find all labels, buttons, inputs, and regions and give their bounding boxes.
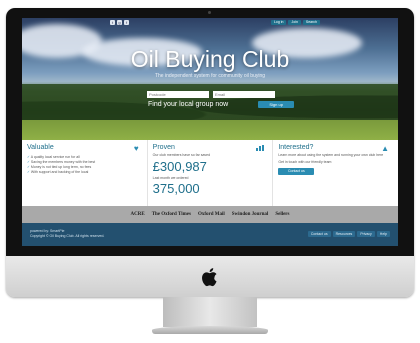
site-subtitle: The independent system for community oil… bbox=[154, 73, 266, 79]
site-title: Oil Buying Club bbox=[130, 46, 290, 72]
postcode-input[interactable] bbox=[147, 91, 209, 98]
login-link[interactable]: Log in bbox=[270, 20, 287, 25]
valuable-column: Valuable ♥ A quality local service run f… bbox=[22, 140, 148, 206]
hero-banner: t g f Log in Join Search Oil Buying Club… bbox=[22, 18, 398, 140]
find-group-text: Find your local group now bbox=[148, 101, 229, 108]
copyright: Copyright © Oil Buying Club. All rights … bbox=[30, 234, 105, 238]
feature-columns: Valuable ♥ A quality local service run f… bbox=[22, 140, 398, 206]
footer-link-resources[interactable]: Resources bbox=[332, 231, 356, 237]
litres-value: 375,000 bbox=[152, 181, 200, 196]
interested-text: Learn more about using the system and ru… bbox=[278, 153, 384, 157]
saved-value: £300,987 bbox=[152, 158, 207, 174]
signup-button[interactable]: Sign up bbox=[258, 101, 295, 108]
press-strip: ACRE The Oxford Times Oxford Mail Swindo… bbox=[22, 206, 398, 223]
footer-link-help[interactable]: Help bbox=[376, 231, 390, 237]
search-link[interactable]: Search bbox=[302, 20, 320, 25]
twitter-icon[interactable]: t bbox=[110, 20, 115, 25]
apple-logo-icon bbox=[202, 268, 217, 287]
press-logo: Sellers bbox=[275, 212, 290, 217]
contact-button[interactable]: Contact us bbox=[278, 168, 315, 175]
stand-foot bbox=[152, 326, 268, 334]
footer-link-privacy[interactable]: Privacy bbox=[357, 231, 375, 237]
interested-column: Interested? ▲ Learn more about using the… bbox=[273, 140, 398, 206]
heart-icon: ♥ bbox=[133, 144, 139, 153]
facebook-icon[interactable]: f bbox=[124, 20, 129, 25]
valuable-heading: Valuable bbox=[27, 144, 54, 151]
signup-form bbox=[147, 91, 275, 98]
proven-heading: Proven bbox=[152, 144, 175, 151]
footer-links: Contact us Resources Privacy Help bbox=[307, 231, 390, 237]
green-field bbox=[22, 120, 398, 140]
googleplus-icon[interactable]: g bbox=[117, 20, 122, 25]
interested-text-2: Get in touch with our friendly team bbox=[278, 159, 332, 164]
bar-chart-icon bbox=[256, 145, 265, 151]
stand-neck bbox=[163, 297, 257, 327]
proven-column: Proven Our club members have so far save… bbox=[148, 140, 274, 206]
press-logo: Swindon Journal bbox=[231, 212, 269, 217]
social-icons: t g f bbox=[110, 20, 129, 25]
saved-label: Our club members have so far saved bbox=[152, 153, 211, 157]
press-logo: ACRE bbox=[130, 212, 145, 217]
press-logo: The Oxford Times bbox=[151, 212, 191, 217]
camera-icon bbox=[208, 11, 211, 14]
oil-drop-icon: ▲ bbox=[381, 144, 390, 153]
footer-link-contact[interactable]: Contact us bbox=[307, 231, 331, 237]
list-item: With support and backing of the local bbox=[27, 170, 142, 175]
footer-text: powered by: SmartPie Copyright © Oil Buy… bbox=[30, 229, 104, 239]
join-link[interactable]: Join bbox=[288, 20, 301, 25]
litres-label: Last month we ordered bbox=[152, 175, 189, 180]
find-row: Find your local group now Sign up bbox=[148, 101, 295, 108]
interested-heading: Interested? bbox=[278, 144, 314, 151]
press-logo: Oxford Mail bbox=[197, 212, 225, 217]
site-footer: powered by: SmartPie Copyright © Oil Buy… bbox=[22, 223, 398, 246]
website-screen: t g f Log in Join Search Oil Buying Club… bbox=[22, 18, 398, 246]
top-nav: Log in Join Search bbox=[270, 20, 320, 25]
email-input[interactable] bbox=[213, 91, 275, 98]
